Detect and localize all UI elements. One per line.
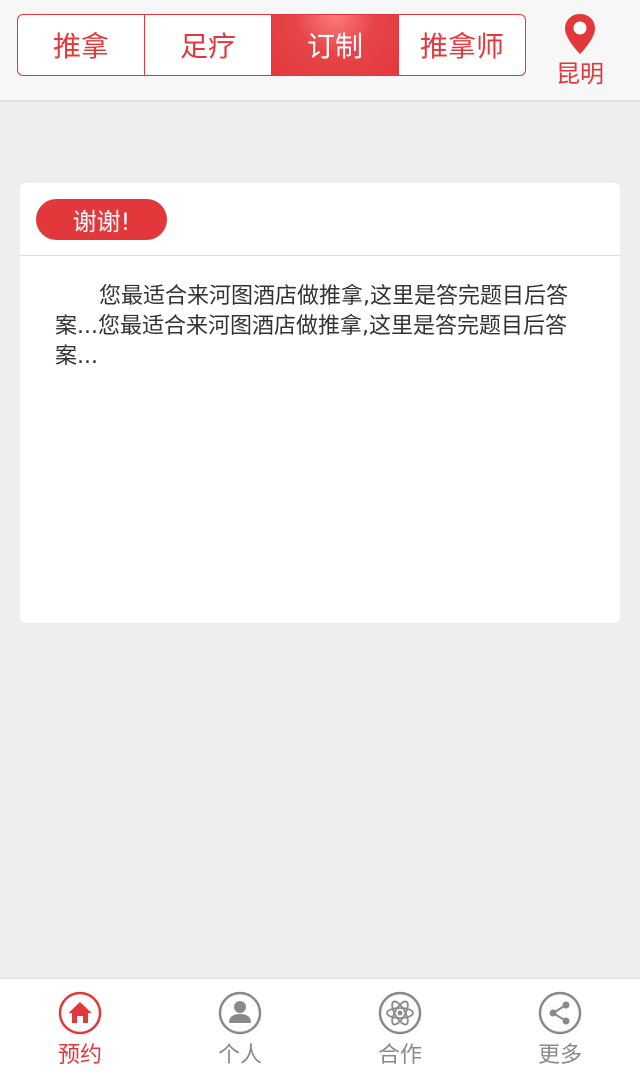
share-icon: [538, 991, 582, 1035]
top-bar: 推拿 足疗 订制 推拿师 昆明: [0, 0, 640, 102]
tab-custom[interactable]: 订制: [272, 15, 399, 75]
bottom-tab-bar: 预约 个人 合作 更多: [0, 978, 640, 1080]
card-header: 谢谢!: [20, 183, 620, 256]
tab-label: 个人: [217, 1043, 262, 1068]
tab-more[interactable]: 更多: [480, 979, 640, 1080]
result-card: 谢谢! 您最适合来河图酒店做推拿,这里是答完题目后答案...您最适合来河图酒店做…: [20, 183, 620, 623]
result-text: 您最适合来河图酒店做推拿,这里是答完题目后答案...您最适合来河图酒店做推拿,这…: [55, 284, 568, 369]
home-icon: [58, 991, 102, 1035]
tab-cooperation[interactable]: 合作: [320, 979, 480, 1080]
atom-icon: [378, 991, 422, 1035]
tab-masseur[interactable]: 推拿师: [399, 15, 525, 75]
tab-label: 预约: [57, 1043, 102, 1068]
tab-massage[interactable]: 推拿: [18, 15, 145, 75]
category-segmented-control: 推拿 足疗 订制 推拿师: [17, 14, 526, 76]
tab-label: 合作: [377, 1043, 422, 1068]
tab-profile[interactable]: 个人: [160, 979, 320, 1080]
city-label: 昆明: [556, 60, 604, 88]
thanks-badge: 谢谢!: [36, 199, 167, 240]
location-pin-icon: [565, 14, 595, 54]
tab-label: 更多: [537, 1043, 582, 1068]
user-icon: [218, 991, 262, 1035]
tab-foot-therapy[interactable]: 足疗: [145, 15, 272, 75]
location-selector[interactable]: 昆明: [548, 12, 612, 92]
tab-booking[interactable]: 预约: [0, 979, 160, 1080]
